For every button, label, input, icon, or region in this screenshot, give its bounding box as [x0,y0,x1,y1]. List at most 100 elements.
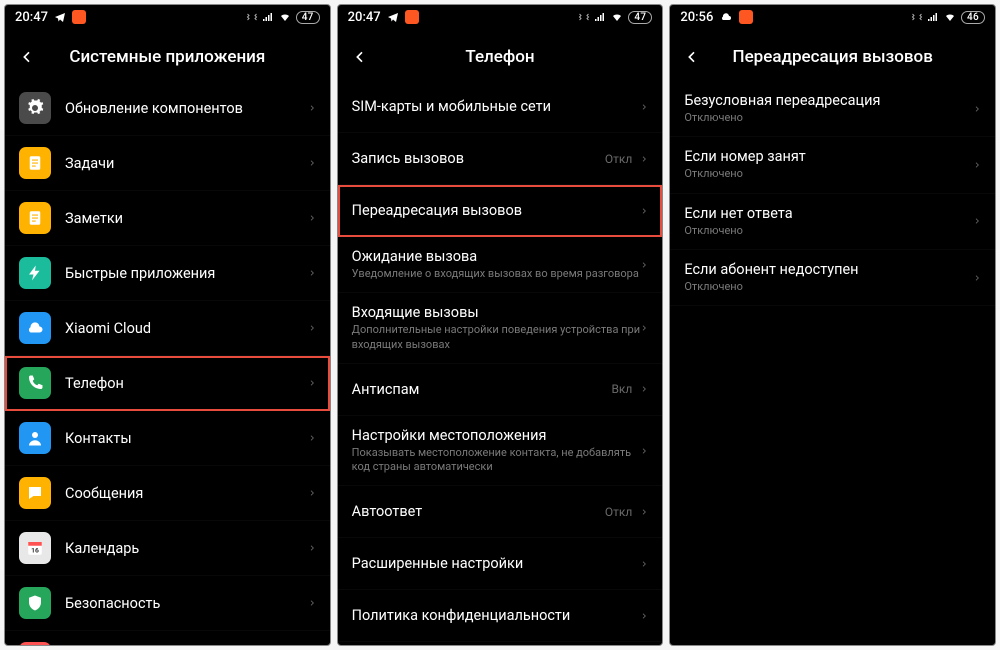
chevron-right-icon [308,212,316,224]
gear-icon [19,92,51,124]
list-item[interactable]: Если нет ответаОтключено [670,194,995,250]
chevron-right-icon [640,101,648,113]
list-item[interactable]: Безусловная переадресация Отключено [670,81,995,137]
screen-phone-settings: 20:47 47 Телефон SIM-карты и мобильные с… [337,4,664,646]
chevron-right-icon [973,103,981,115]
list-item[interactable]: Если абонент недоступен Отключено [670,250,995,306]
vibrate-icon [246,11,258,23]
item-label: Если абонент недоступен [684,261,973,278]
list-item[interactable]: Запись вызововОткл [338,133,663,185]
status-bar: 20:47 47 [338,5,663,29]
item-label: Безусловная переадресация [684,92,973,109]
list-item[interactable]: Телефон [5,356,330,411]
list-item[interactable]: Контакты [5,411,330,466]
telegram-icon [387,11,399,23]
item-label: Контакты [65,430,308,447]
item-label: Безопасность [65,595,308,612]
list-item[interactable]: Заметки [5,191,330,246]
list-item[interactable]: Быстрые приложения [5,246,330,301]
list-item[interactable]: Сообщения [5,466,330,521]
chevron-right-icon [973,159,981,171]
camera-icon [19,642,51,645]
status-time: 20:47 [348,10,381,25]
item-label: Заметки [65,210,308,227]
list-item[interactable]: Камера [5,631,330,645]
cloud-icon [719,11,733,23]
item-label: Запись вызовов [352,150,605,167]
list-item[interactable]: Входящие вызовы Дополнительные настройки … [338,293,663,364]
item-subtitle: Отключено [684,224,973,238]
list-item[interactable]: 16 Календарь [5,521,330,576]
item-label: Политика конфиденциальности [352,607,641,624]
list-item[interactable]: Xiaomi Cloud [5,301,330,356]
item-label: Быстрые приложения [65,265,308,282]
notification-badge-icon [405,10,419,24]
chevron-right-icon [640,445,648,457]
status-time: 20:47 [15,10,48,25]
screen-system-apps: 20:47 47 Системные приложения Обновление… [4,4,331,646]
list-item[interactable]: Обновление компонентов [5,81,330,136]
screen-call-forwarding: 20:56 46 Переадресация вызовов Безусловн… [669,4,996,646]
status-bar: 20:47 47 [5,5,330,29]
chevron-right-icon [973,215,981,227]
list-item[interactable]: Если номер занят Отключено [670,137,995,193]
notification-badge-icon [72,10,86,24]
item-subtitle: Отключено [684,111,973,125]
signal-icon [927,11,939,23]
item-label: Календарь [65,540,308,557]
page-title: Переадресация вызовов [684,47,981,67]
chevron-right-icon [308,377,316,389]
list-item[interactable]: АнтиспамВкл [338,364,663,416]
chevron-right-icon [640,610,648,622]
signal-icon [262,11,274,23]
chevron-right-icon [308,157,316,169]
item-subtitle: Отключено [684,167,973,181]
signal-icon [594,11,606,23]
vibrate-icon [578,11,590,23]
chevron-right-icon [308,102,316,114]
chevron-right-icon [640,322,648,334]
item-label: Автоответ [352,503,605,520]
chevron-right-icon [640,259,648,271]
shield-icon [19,587,51,619]
item-subtitle: Показывать местоположение контакта, не д… [352,446,641,475]
item-label: Переадресация вызовов [352,202,641,219]
list-item[interactable]: Расширенные настройки [338,538,663,590]
item-subtitle: Отключено [684,280,973,294]
cloud-icon [19,312,51,344]
list-item[interactable]: АвтоответОткл [338,486,663,538]
list-item[interactable]: SIM-карты и мобильные сети [338,81,663,133]
item-label: Антиспам [352,381,612,398]
item-label: Если номер занят [684,148,973,165]
screen-header: Телефон [338,29,663,81]
page-title: Телефон [352,47,649,67]
list-item[interactable]: Переадресация вызовов [338,185,663,237]
status-bar: 20:56 46 [670,5,995,29]
item-value: Откл [605,505,632,519]
chevron-right-icon [308,267,316,279]
item-value: Вкл [611,382,632,396]
list-item[interactable]: Задачи [5,136,330,191]
item-subtitle: Дополнительные настройки поведения устро… [352,323,641,352]
chevron-right-icon [308,432,316,444]
item-label: Задачи [65,155,308,172]
battery-indicator: 47 [296,11,320,24]
chevron-right-icon [640,383,648,395]
screen-header: Переадресация вызовов [670,29,995,81]
list-item[interactable]: Политика конфиденциальности [338,590,663,642]
item-label: Телефон [65,375,308,392]
note-icon [19,147,51,179]
list-item[interactable]: Настройки местоположенияПоказывать место… [338,416,663,487]
settings-list: SIM-карты и мобильные сетиЗапись вызовов… [338,81,663,645]
bolt-icon [19,257,51,289]
item-label: Сообщения [65,485,308,502]
list-item[interactable]: Безопасность [5,576,330,631]
item-label: Входящие вызовы [352,304,641,321]
chevron-right-icon [308,487,316,499]
list-item[interactable]: Ожидание вызоваУведомление о входящих вы… [338,237,663,293]
wifi-icon [278,11,292,23]
item-subtitle: Уведомление о входящих вызовах во время … [352,267,641,281]
item-label: Обновление компонентов [65,100,308,117]
svg-text:16: 16 [31,547,39,555]
chevron-right-icon [973,272,981,284]
